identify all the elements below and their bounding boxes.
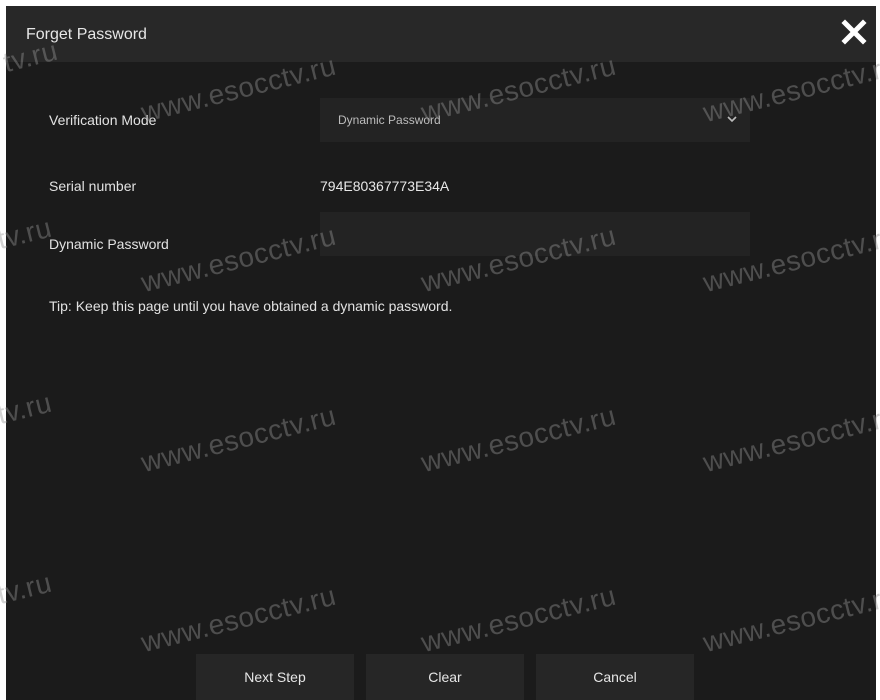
- tip-text: Tip: Keep this page until you have obtai…: [49, 298, 453, 314]
- verification-mode-select[interactable]: Dynamic Password: [320, 98, 750, 142]
- next-step-button[interactable]: Next Step: [196, 654, 354, 700]
- dialog-title: Forget Password: [26, 26, 147, 43]
- cancel-button[interactable]: Cancel: [536, 654, 694, 700]
- serial-number-label: Serial number: [49, 178, 137, 194]
- forget-password-dialog: Forget Password Verification Mode Dynami…: [6, 6, 876, 700]
- dynamic-password-input[interactable]: [320, 212, 750, 256]
- close-icon[interactable]: [838, 16, 870, 48]
- clear-button[interactable]: Clear: [366, 654, 524, 700]
- verification-mode-label: Verification Mode: [49, 112, 157, 128]
- title-bar: Forget Password: [6, 6, 876, 62]
- verification-mode-value: Dynamic Password: [338, 113, 441, 127]
- serial-number-value: 794E80367773E34A: [320, 178, 450, 194]
- chevron-down-icon: [727, 116, 737, 123]
- dynamic-password-label: Dynamic Password: [49, 236, 169, 252]
